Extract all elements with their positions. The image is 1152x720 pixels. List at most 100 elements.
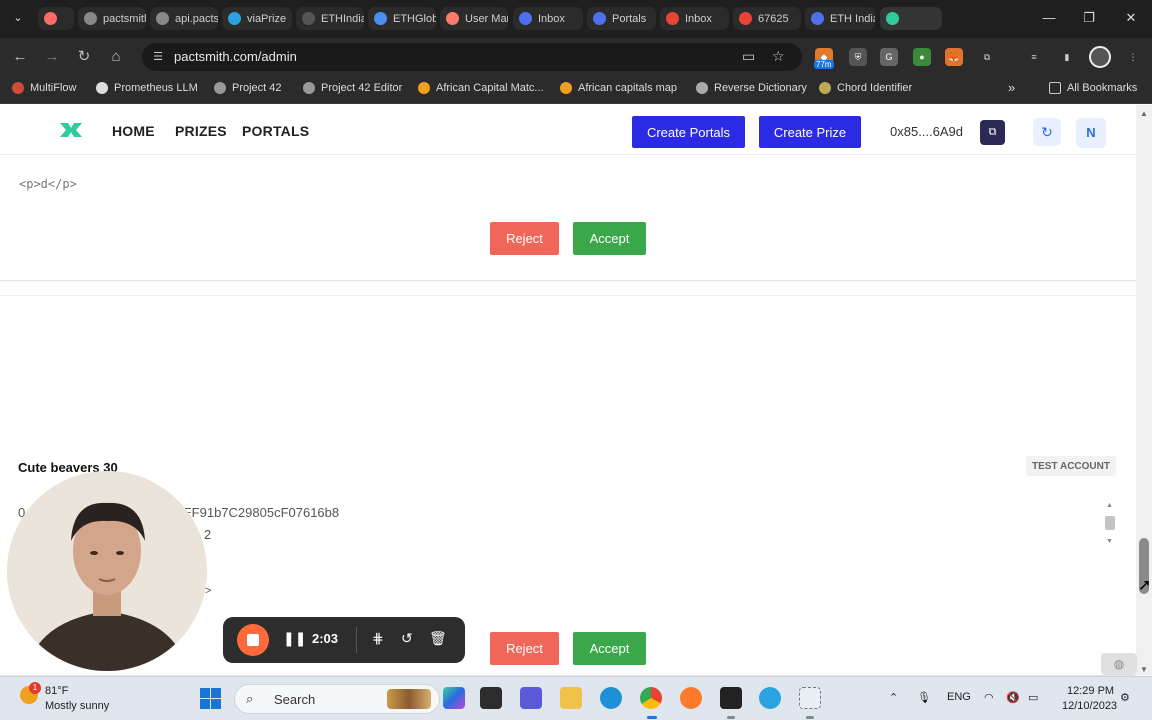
reject-button[interactable]: Reject — [490, 632, 559, 665]
mouse-cursor-icon: ➚ — [1138, 577, 1152, 594]
wifi-icon[interactable]: ◠ — [984, 691, 994, 704]
reading-list-icon[interactable]: ≡ — [1025, 48, 1043, 66]
pactsmith-logo-icon[interactable] — [58, 119, 84, 141]
gmail-icon — [739, 12, 752, 25]
nav-home[interactable]: HOME — [112, 123, 155, 139]
inner-scroll-thumb[interactable] — [1105, 516, 1115, 530]
terminal-icon[interactable] — [720, 687, 742, 709]
browser-tab[interactable]: pactsmith — [78, 7, 146, 30]
nav-prizes[interactable]: PRIZES — [175, 123, 227, 139]
accept-button[interactable]: Accept — [573, 632, 646, 665]
forward-icon[interactable]: → — [42, 47, 62, 67]
reload-icon[interactable]: ↻ — [74, 47, 94, 67]
minimize-icon[interactable]: — — [1040, 10, 1058, 25]
taskbar-search[interactable]: ⌕ Search — [234, 684, 440, 714]
snipping-tool-icon[interactable] — [799, 687, 821, 709]
windows-start-icon[interactable] — [200, 688, 221, 709]
site-info-icon[interactable]: ☰ — [150, 49, 166, 65]
show-hidden-icons[interactable]: ⌃ — [889, 691, 898, 704]
bookmark-item[interactable]: African capitals map — [560, 82, 677, 94]
back-icon[interactable]: ← — [10, 47, 30, 67]
browser-tab[interactable]: Portals — [587, 7, 656, 30]
teams-icon[interactable] — [520, 687, 542, 709]
clock-date[interactable]: 12/10/2023 — [1062, 700, 1117, 712]
scroll-up-icon[interactable]: ▲ — [1106, 502, 1113, 509]
camera-icon[interactable]: ▭ — [742, 48, 755, 65]
browser-tab[interactable]: ETH India — [805, 7, 875, 30]
language-indicator[interactable]: ENG — [947, 691, 971, 703]
browser-tab[interactable] — [38, 7, 74, 30]
pause-icon[interactable]: ❚❚ — [283, 630, 306, 647]
bookmark-item[interactable]: Prometheus LLM — [96, 82, 198, 94]
telegram-icon[interactable] — [759, 687, 781, 709]
browser-tab[interactable] — [880, 7, 942, 30]
copy-address-icon[interactable]: ⧉ — [980, 120, 1005, 145]
browser-tab[interactable]: viaPrize — [222, 7, 292, 30]
bookmark-item[interactable]: Chord Identifier — [819, 82, 912, 94]
browser-tab[interactable]: Inbox — [660, 7, 729, 30]
browser-tab[interactable]: Inbox — [513, 7, 583, 30]
address-bar[interactable]: ☰ pactsmith.com/admin ▭ ☆ — [142, 43, 802, 71]
chrome-menu-icon[interactable]: ⋮ — [1124, 48, 1142, 66]
page-scroll-up-icon[interactable]: ▲ — [1140, 109, 1148, 118]
weather-description[interactable]: Mostly sunny — [45, 700, 109, 712]
page-scroll-down-icon[interactable]: ▼ — [1140, 665, 1148, 674]
telegram-icon — [228, 12, 241, 25]
browser-tab[interactable]: ETHIndia — [296, 7, 364, 30]
grid-icon[interactable]: ⋕ — [372, 630, 384, 647]
refresh-icon[interactable]: ↻ — [1033, 118, 1061, 146]
scroll-down-icon[interactable]: ▼ — [1106, 538, 1113, 545]
restore-icon[interactable]: ❐ — [1080, 10, 1098, 26]
browser-tab[interactable]: api.pactsmith — [150, 7, 218, 30]
user-avatar[interactable]: N — [1076, 118, 1106, 148]
bookmark-label: MultiFlow — [30, 82, 77, 94]
delete-icon[interactable]: 🗑 — [429, 630, 447, 647]
file-explorer-icon[interactable] — [560, 687, 582, 709]
bookmark-item[interactable]: Project 42 Editor — [303, 82, 402, 94]
metamask-icon[interactable]: 🦊 — [945, 48, 963, 66]
floating-widget-icon[interactable]: ◍ — [1101, 653, 1137, 675]
task-view-icon[interactable] — [480, 687, 502, 709]
bookmark-item[interactable]: MultiFlow — [12, 82, 76, 94]
copilot-icon[interactable] — [443, 687, 465, 709]
extension-badge: 77m — [814, 60, 834, 69]
stop-recording-button[interactable] — [237, 624, 269, 656]
nav-portals[interactable]: PORTALS — [242, 123, 309, 139]
microphone-icon[interactable]: 🎙 — [917, 691, 931, 704]
volume-muted-icon[interactable]: 🔇 — [1006, 691, 1020, 704]
battery-icon[interactable]: ▭ — [1028, 691, 1038, 704]
submission-code-tail: > — [205, 585, 212, 597]
accept-button[interactable]: Accept — [573, 222, 646, 255]
profile-avatar[interactable] — [1089, 46, 1111, 68]
shield-extension-icon[interactable]: ⛨ — [849, 48, 867, 66]
bookmark-item[interactable]: African Capital Matc... — [418, 82, 544, 94]
tab-search-icon[interactable]: ⌄ — [8, 8, 28, 28]
restart-icon[interactable]: ↺ — [401, 630, 413, 647]
inner-scrollbar[interactable]: ▲ ▼ — [1104, 502, 1116, 548]
create-portals-button[interactable]: Create Portals — [632, 116, 745, 148]
browser-tab[interactable]: 67625 — [733, 7, 801, 30]
grammar-extension-icon[interactable]: G — [880, 48, 898, 66]
home-icon[interactable]: ⌂ — [106, 47, 126, 67]
green-extension-icon[interactable]: ● — [913, 48, 931, 66]
clock-time[interactable]: 12:29 PM — [1067, 685, 1114, 697]
bookmark-item[interactable]: Reverse Dictionary — [696, 82, 807, 94]
bookmark-favicon-icon — [418, 82, 430, 94]
side-panel-icon[interactable]: ▮ — [1058, 48, 1076, 66]
firefox-icon[interactable] — [680, 687, 702, 709]
puzzle-extensions-icon[interactable]: ⧉ — [978, 48, 996, 66]
browser-tab[interactable]: ETHGlobal — [368, 7, 436, 30]
chrome-icon[interactable] — [640, 687, 662, 709]
url-text[interactable]: pactsmith.com/admin — [174, 49, 297, 64]
close-window-icon[interactable]: ✕ — [1122, 10, 1140, 26]
weather-temperature[interactable]: 81°F — [45, 685, 68, 697]
reject-button[interactable]: Reject — [490, 222, 559, 255]
edge-icon[interactable] — [600, 687, 622, 709]
all-bookmarks[interactable]: All Bookmarks — [1049, 82, 1137, 94]
notification-icon[interactable]: ⚙ — [1120, 691, 1130, 704]
bookmark-item[interactable]: Project 42 — [214, 82, 282, 94]
browser-tab[interactable]: User Management — [440, 7, 508, 30]
create-prize-button[interactable]: Create Prize — [759, 116, 861, 148]
more-bookmarks-icon[interactable]: » — [1008, 80, 1015, 95]
bookmark-star-icon[interactable]: ☆ — [772, 48, 785, 65]
